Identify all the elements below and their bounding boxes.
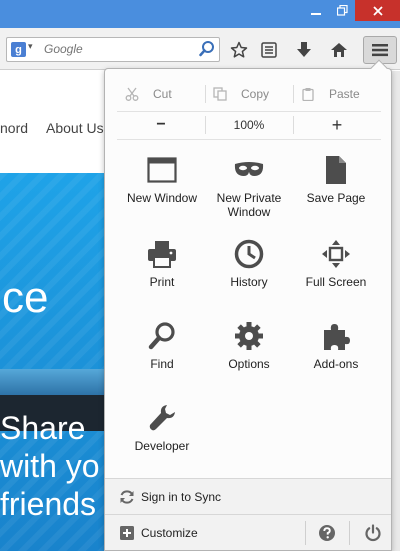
zoom-controls: − 100% + [117, 113, 381, 137]
close-window-button[interactable] [355, 0, 400, 21]
sign-in-to-sync-button[interactable]: Sign in to Sync [105, 478, 391, 514]
menu-item-label: Add-ons [313, 357, 359, 371]
home-button[interactable] [328, 39, 350, 61]
menu-item-save-page[interactable]: Save Page [291, 155, 381, 235]
menu-item-label: Options [228, 357, 270, 371]
zoom-reset-button[interactable]: 100% [205, 113, 293, 137]
clock-icon [234, 239, 264, 269]
downloads-button[interactable] [293, 39, 315, 61]
search-input[interactable] [44, 42, 194, 56]
hero-device-screen [0, 369, 104, 397]
chevron-down-icon[interactable]: ▾ [28, 41, 33, 52]
menu-item-label: Find [150, 357, 174, 371]
menu-item-add-ons[interactable]: Add-ons [291, 321, 381, 401]
printer-icon [147, 239, 177, 269]
star-icon [230, 41, 248, 58]
sync-icon [119, 489, 135, 505]
hero-banner: ce Share with yo friends [0, 173, 104, 551]
page-scrollbar[interactable] [392, 71, 400, 551]
browser-toolbar: g ▾ [0, 28, 400, 70]
window-titlebar [0, 0, 400, 28]
hamburger-menu-icon [372, 44, 388, 57]
zoom-in-button[interactable]: + [293, 113, 381, 137]
menu-item-new-window[interactable]: New Window [117, 155, 207, 235]
home-icon [331, 43, 347, 57]
paste-button[interactable]: Paste [293, 81, 381, 107]
web-page-content: nord About Us ce Share with yo friends [0, 71, 104, 551]
bookmarks-list-icon [261, 42, 277, 58]
menu-item-label: New Private Window [216, 191, 282, 219]
magnifier-icon [147, 321, 177, 351]
menu-item-label: Save Page [306, 191, 366, 205]
hero-text-line-3: friends [0, 486, 97, 522]
add-square-icon [119, 525, 135, 541]
divider [305, 521, 306, 545]
fullscreen-icon [321, 239, 351, 269]
firefox-menu-panel: Cut Copy Paste − 100% + New Window New P… [104, 59, 392, 551]
wrench-icon [147, 403, 177, 433]
nav-link-partial[interactable]: nord [0, 120, 28, 136]
minimize-button[interactable] [303, 0, 329, 21]
customize-button[interactable]: Customize [105, 515, 305, 551]
bookmarks-menu-button[interactable] [258, 39, 280, 61]
clipboard-icon [301, 87, 315, 101]
bookmark-star-button[interactable] [228, 39, 250, 61]
search-engine-icon[interactable]: g [11, 42, 26, 57]
hero-text-line-2: with yo [0, 448, 100, 484]
customize-bar: Customize [105, 514, 391, 550]
download-arrow-icon [297, 42, 311, 57]
menu-item-label: Full Screen [305, 275, 367, 289]
menu-item-new-private-window[interactable]: New Private Window [204, 155, 294, 235]
quit-button[interactable] [363, 523, 383, 543]
restore-button[interactable] [329, 0, 355, 21]
sync-label: Sign in to Sync [141, 490, 222, 504]
menu-item-developer[interactable]: Developer [117, 403, 207, 483]
menu-item-print[interactable]: Print [117, 239, 207, 319]
window-icon [147, 155, 177, 185]
puzzle-icon [321, 321, 351, 351]
restore-icon [336, 5, 348, 16]
copy-icon [213, 87, 227, 101]
search-bar[interactable]: g ▾ [6, 37, 220, 62]
menu-item-history[interactable]: History [204, 239, 294, 319]
minimize-icon [311, 12, 321, 15]
hero-text-line-1: Share [0, 410, 86, 446]
help-icon [319, 525, 335, 541]
gear-icon [234, 321, 264, 351]
zoom-out-button[interactable]: − [117, 113, 205, 137]
cut-label: Cut [153, 87, 172, 101]
nav-link-about[interactable]: About Us [46, 120, 104, 136]
search-icon [199, 41, 214, 57]
copy-label: Copy [241, 87, 270, 101]
menu-item-full-screen[interactable]: Full Screen [291, 239, 381, 319]
customize-label: Customize [141, 526, 198, 540]
divider [117, 111, 381, 112]
menu-item-label: History [230, 275, 268, 289]
power-icon [365, 524, 381, 542]
menu-item-label: Developer [134, 439, 190, 453]
close-icon [372, 5, 383, 16]
divider [349, 521, 350, 545]
menu-item-options[interactable]: Options [204, 321, 294, 401]
menu-item-label: New Window [126, 191, 198, 205]
edit-controls: Cut Copy Paste [117, 81, 381, 107]
scissors-icon [125, 87, 139, 101]
copy-button[interactable]: Copy [205, 81, 293, 107]
page-icon [321, 155, 351, 185]
help-button[interactable] [317, 523, 337, 543]
private-mask-icon [234, 155, 264, 185]
cut-button[interactable]: Cut [117, 81, 205, 107]
divider [117, 139, 381, 140]
menu-item-label: Print [149, 275, 175, 289]
search-go-button[interactable] [199, 40, 215, 63]
hero-heading: ce [2, 273, 49, 322]
paste-label: Paste [329, 87, 360, 101]
menu-item-find[interactable]: Find [117, 321, 207, 401]
